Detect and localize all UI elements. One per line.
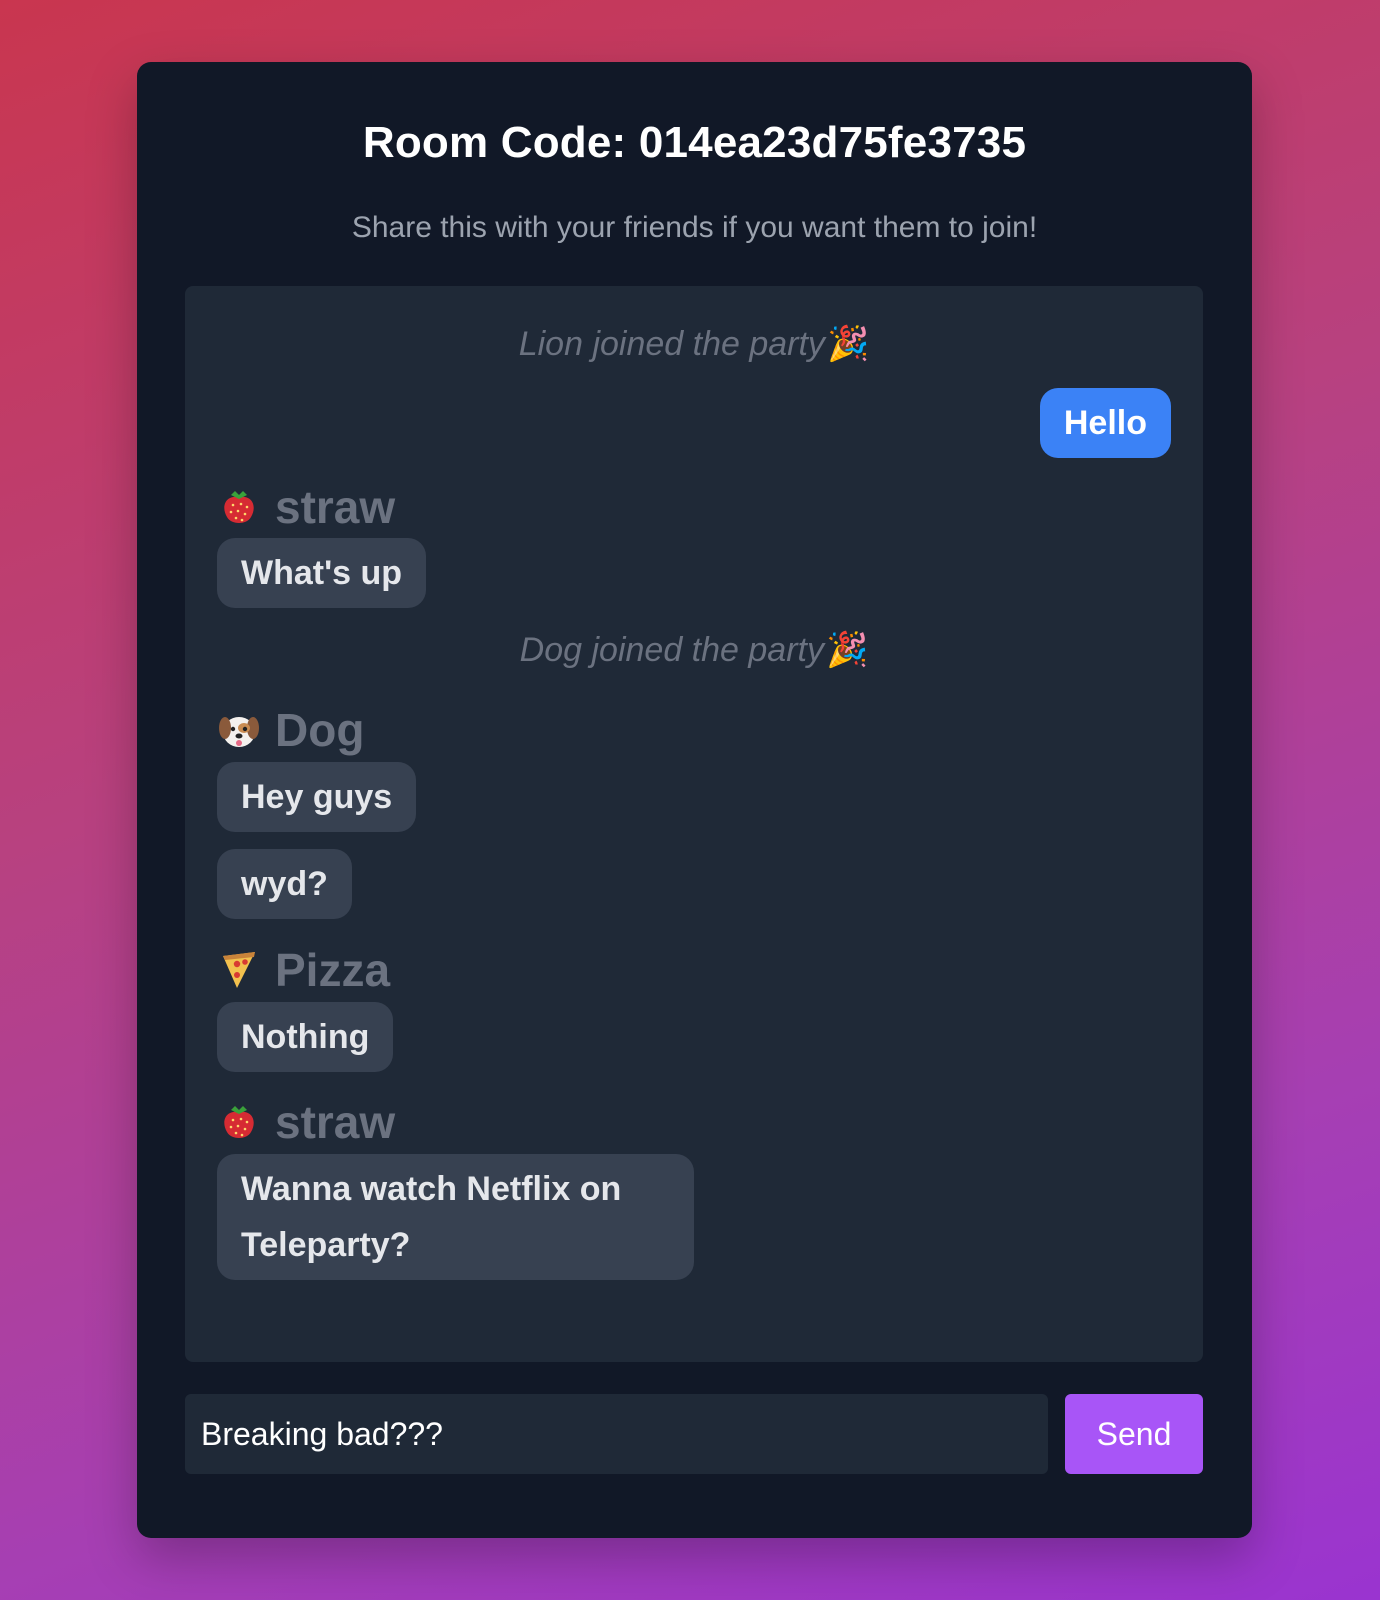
system-message: Lion joined the party🎉 (185, 324, 1203, 364)
room-share-hint: Share this with your friends if you want… (351, 211, 1038, 244)
message-bubble: What's up (217, 538, 427, 608)
message-sender: Dog (217, 704, 364, 756)
chat-room-card: Room Code: 014ea23d75fe3735 Share this w… (137, 62, 1252, 1538)
room-code-title: Room Code: 014ea23d75fe3735 (362, 118, 1027, 167)
message-input[interactable] (185, 1394, 1048, 1474)
party-popper-icon: 🎉 (825, 631, 869, 669)
system-message: Dog joined the party🎉 (185, 630, 1203, 670)
message-bubble: wyd? (217, 849, 352, 919)
system-message-text: Lion joined the party (518, 325, 825, 363)
strawberry-icon (217, 1100, 261, 1144)
message-list[interactable]: Lion joined the party🎉 Hello straw What'… (185, 286, 1203, 1362)
message-bubble: Hey guys (217, 762, 417, 832)
strawberry-icon (217, 485, 261, 529)
sender-name: straw (275, 481, 396, 533)
message-sender: Pizza (217, 944, 390, 996)
pizza-icon (217, 948, 261, 992)
send-button[interactable]: Send (1065, 1394, 1203, 1474)
message-sender: straw (217, 1096, 395, 1148)
message-composer: Send (185, 1394, 1203, 1474)
sender-name: straw (275, 1096, 396, 1148)
sender-name: Dog (275, 704, 365, 756)
message-bubble: Wanna watch Netflix on Teleparty? (217, 1154, 694, 1280)
my-message-bubble: Hello (1039, 388, 1171, 458)
message-bubble: Nothing (217, 1002, 394, 1072)
dog-face-icon (217, 708, 261, 752)
system-message-text: Dog joined the party (519, 631, 824, 669)
party-popper-icon: 🎉 (826, 325, 870, 363)
message-sender: straw (217, 481, 395, 533)
sender-name: Pizza (275, 944, 391, 996)
